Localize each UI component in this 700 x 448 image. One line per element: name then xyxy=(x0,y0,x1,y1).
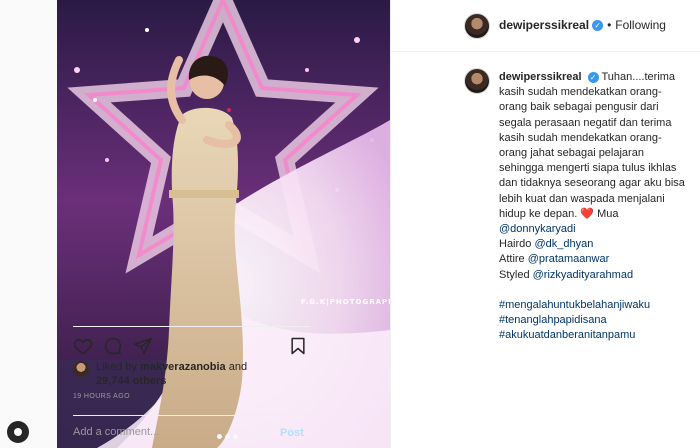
caption-text: kasih sudah mendekatkan orang- xyxy=(499,86,662,99)
caption-line: dewiperssikreal ✓ Tuhan....terima xyxy=(499,70,699,85)
paper-plane-icon[interactable] xyxy=(133,336,153,356)
caption-text: Tuhan....terima xyxy=(601,71,676,83)
hashtag-link[interactable]: #tenanglahpapidisana xyxy=(499,314,607,326)
heart-emoji-icon: ❤️ xyxy=(580,207,595,220)
post-timestamp[interactable]: 19 HOURS AGO xyxy=(73,393,130,400)
mention-link[interactable]: @pratamaanwar xyxy=(528,253,609,265)
photo-watermark: F.G.K|PHOTOGRAPHY xyxy=(301,298,390,306)
instagram-post-page: F.G.K|PHOTOGRAPHY › dewiperssikreal ✓ • … xyxy=(0,0,700,448)
credit-label: Mua xyxy=(597,207,619,220)
post-header: dewiperssikreal ✓ • Following xyxy=(391,0,700,52)
caption-text: kasih sudah mendekatkan orang- xyxy=(499,131,662,144)
author-username[interactable]: dewiperssikreal xyxy=(499,18,589,32)
bookmark-icon[interactable] xyxy=(288,336,308,356)
post-comment-button[interactable]: Post xyxy=(280,427,304,439)
hashtag-link[interactable]: #mengalahuntukbelahanjiwaku xyxy=(499,299,650,311)
profile-menu-icon[interactable] xyxy=(7,421,29,443)
verified-badge-icon: ✓ xyxy=(592,19,604,31)
credit-label: Styled xyxy=(499,268,530,281)
action-bar xyxy=(73,326,310,362)
caption-text: sehingga mengerti siapa tulus ikhlas xyxy=(499,162,677,175)
comment-bar: Post xyxy=(73,415,310,448)
mention-link[interactable]: @rizkyadityarahmad xyxy=(533,269,633,281)
credit-label: Attire xyxy=(499,253,525,266)
page-background xyxy=(0,0,57,448)
caption-text: orang jahat sebagai pelajaran xyxy=(499,147,644,160)
mention-link[interactable]: @donnykaryadi xyxy=(499,223,576,235)
following-button[interactable]: Following xyxy=(615,18,666,32)
heart-outline-icon[interactable] xyxy=(73,336,93,356)
liker-username[interactable]: makverazanobia xyxy=(140,361,226,373)
credit-label: Hairdo xyxy=(499,238,532,251)
comment-input[interactable] xyxy=(73,426,263,438)
post-details-panel: dewiperssikreal ✓ • Following dewiperssi… xyxy=(390,0,700,448)
caption-body: dewiperssikreal ✓ Tuhan....terima kasih … xyxy=(499,70,699,343)
author-avatar[interactable] xyxy=(464,13,490,39)
caption-username[interactable]: dewiperssikreal xyxy=(499,71,582,83)
likes-conjunction: and xyxy=(228,361,248,373)
caption-text: dan tidaknya seseorang agar aku bisa xyxy=(499,177,685,190)
speech-bubble-icon[interactable] xyxy=(103,336,123,356)
verified-badge-icon: ✓ xyxy=(587,72,599,84)
likes-prefix: Liked by xyxy=(96,361,137,373)
caption-line: hidup ke depan. ❤️ Mua xyxy=(499,207,699,222)
caption-text: orang baik sebagai pengusir dari xyxy=(499,101,659,114)
caption-text: hidup ke depan. xyxy=(499,207,578,220)
caption-text: lebih kuat dan waspada menjalani xyxy=(499,192,665,205)
likes-count[interactable]: 29,744 others xyxy=(96,375,166,387)
caption-author-avatar[interactable] xyxy=(464,68,490,94)
header-text: dewiperssikreal ✓ • Following xyxy=(499,18,666,32)
hashtag-link[interactable]: #akukuatdanberanitanpamu xyxy=(499,329,635,341)
caption-text: segala perasaan negatif dan terima xyxy=(499,116,672,129)
likes-text: Liked by makverazanobia and 29,744 other… xyxy=(96,360,247,388)
liker-avatar[interactable] xyxy=(73,361,89,377)
mention-link[interactable]: @dk_dhyan xyxy=(534,238,593,250)
header-separator: • xyxy=(607,18,612,32)
